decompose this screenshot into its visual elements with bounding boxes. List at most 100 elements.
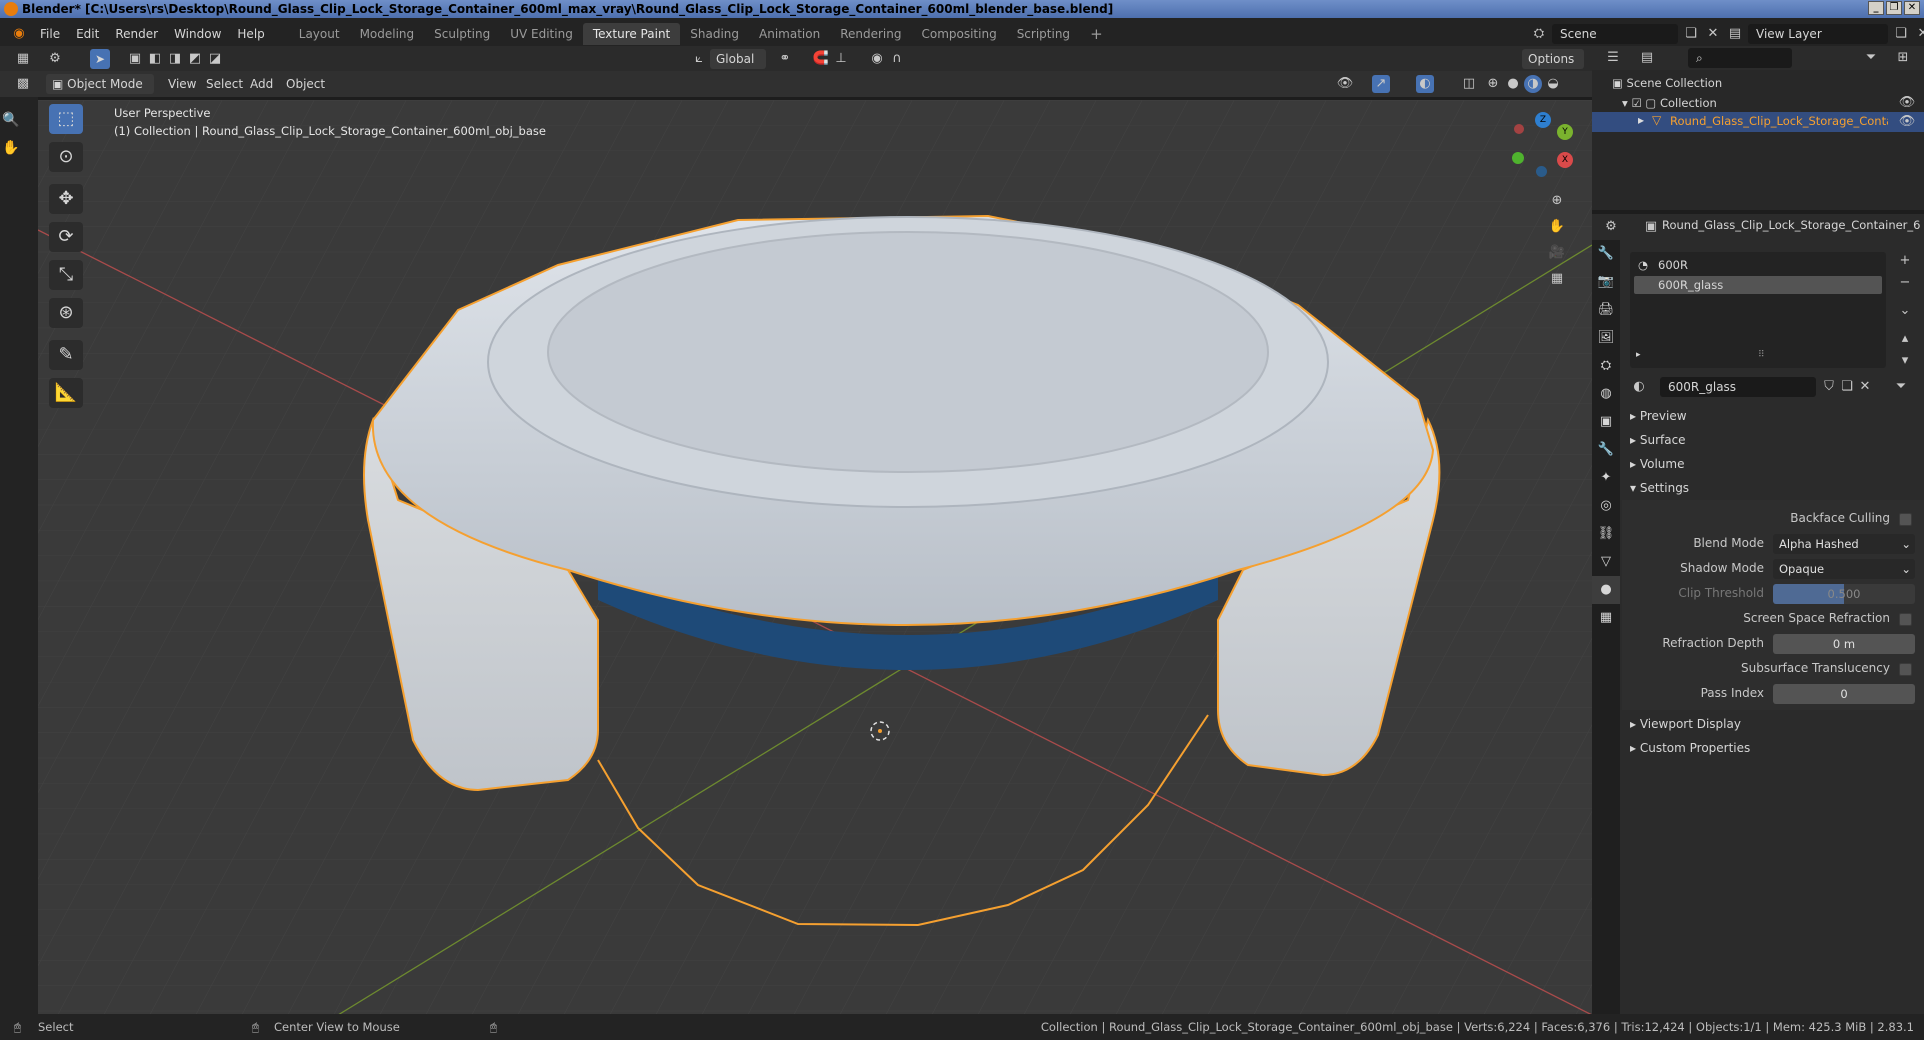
outliner-object-row[interactable]: ▸ ▽ Round_Glass_Clip_Lock_Storage_Contai… [1592, 112, 1924, 132]
menu-edit[interactable]: Edit [68, 27, 107, 41]
transform-tool-icon[interactable]: ⊛ [49, 298, 83, 328]
outliner-scene-collection[interactable]: ▣ Scene Collection [1612, 74, 1722, 92]
3d-viewport-icon[interactable]: ▩ [14, 75, 32, 93]
collection-visibility-eye-icon[interactable]: 👁 [1898, 94, 1916, 112]
clip-threshold-slider[interactable]: 0.500 [1773, 584, 1915, 604]
menu-window[interactable]: Window [166, 27, 229, 41]
material-shading-icon[interactable]: ◑ [1524, 75, 1542, 93]
object-tab-icon[interactable]: ▣ [1592, 408, 1620, 436]
pan-hand-icon[interactable]: ✋ [2, 140, 22, 160]
add-slot-icon[interactable]: + [1896, 252, 1914, 270]
panel-volume[interactable]: ▸ Volume [1630, 453, 1916, 475]
blender-menu-icon[interactable]: ◉ [10, 25, 28, 43]
panel-surface[interactable]: ▸ Surface [1630, 429, 1916, 451]
panel-custom-properties[interactable]: ▸ Custom Properties [1630, 737, 1916, 759]
outliner-collection[interactable]: ▾ ☑ ▢ Collection [1622, 94, 1717, 112]
object-mode-dropdown[interactable]: ▣ Object Mode [46, 74, 154, 94]
texture-tab-icon[interactable]: ▦ [1592, 604, 1620, 632]
tab-animation[interactable]: Animation [749, 23, 830, 45]
particles-tab-icon[interactable]: ✦ [1592, 464, 1620, 492]
pivot-point-icon[interactable]: ⚭ [776, 50, 794, 68]
select-mode-extend-icon[interactable]: ◧ [146, 50, 164, 68]
outliner-search-input[interactable]: ⌕ [1688, 48, 1792, 68]
scene-name-field[interactable]: Scene [1552, 24, 1678, 44]
visibility-icon[interactable]: 👁 [1336, 75, 1354, 93]
backface-culling-checkbox[interactable] [1899, 513, 1912, 526]
close-button[interactable]: ✕ [1904, 1, 1920, 15]
ortho-toggle-icon[interactable]: ▦ [1548, 270, 1566, 288]
select-mode-subtract-icon[interactable]: ◨ [166, 50, 184, 68]
list-expand-icon[interactable]: ▸ [1636, 350, 1641, 360]
menu-help[interactable]: Help [229, 27, 272, 41]
select-box-tool-icon[interactable]: ⬚ [49, 104, 83, 134]
gizmo-toggle-icon[interactable]: ↗ [1372, 75, 1390, 93]
camera-view-icon[interactable]: 🎥 [1548, 244, 1566, 262]
refraction-depth-field[interactable]: 0 m [1773, 634, 1915, 654]
tab-modeling[interactable]: Modeling [350, 23, 425, 45]
measure-tool-icon[interactable]: 📐 [49, 378, 83, 408]
unlink-material-icon[interactable]: ✕ [1856, 378, 1874, 396]
transform-orientation-dropdown[interactable]: Global [710, 49, 766, 69]
object-visibility-eye-icon[interactable]: 👁 [1898, 113, 1916, 131]
move-slot-down-icon[interactable]: ▾ [1896, 352, 1914, 370]
menu-file[interactable]: File [32, 27, 68, 41]
list-resize-handle[interactable]: ⠿ [1758, 350, 1765, 360]
tab-rendering[interactable]: Rendering [830, 23, 911, 45]
xray-toggle-icon[interactable]: ◫ [1460, 75, 1478, 93]
view-layer-tab-icon[interactable]: 🖼 [1592, 324, 1620, 352]
data-tab-icon[interactable]: ▽ [1592, 548, 1620, 576]
panel-settings[interactable]: ▾ Settings [1630, 477, 1916, 499]
display-mode-icon[interactable]: ▤ [1638, 49, 1656, 67]
physics-tab-icon[interactable]: ◎ [1592, 492, 1620, 520]
tab-layout[interactable]: Layout [289, 23, 350, 45]
maximize-button[interactable]: ❐ [1886, 1, 1902, 15]
annotate-tool-icon[interactable]: ✎ [49, 340, 83, 370]
view-layer-field[interactable]: View Layer [1748, 24, 1888, 44]
filter-icon[interactable]: ⏷ [1862, 49, 1880, 67]
menu-object[interactable]: Object [280, 74, 331, 94]
outliner-editor-icon[interactable]: ☰ [1604, 49, 1622, 67]
editor-type-icon[interactable]: ▦ [14, 50, 32, 68]
zoom-icon[interactable]: ⊕ [1548, 192, 1566, 210]
tab-sculpting[interactable]: Sculpting [424, 23, 500, 45]
gizmo-neg-x-axis[interactable] [1514, 124, 1524, 134]
collection-checkbox-icon[interactable]: ☑ [1631, 96, 1645, 110]
gizmo-y-axis[interactable]: Y [1557, 124, 1573, 140]
new-collection-icon[interactable]: ⊞ [1894, 49, 1912, 67]
expand-arrow-icon[interactable]: ▸ [1638, 113, 1644, 127]
scale-tool-icon[interactable]: ⤡ [49, 260, 83, 290]
navigation-gizmo[interactable]: Z Y X [1510, 112, 1576, 178]
tab-shading[interactable]: Shading [680, 23, 749, 45]
wireframe-shading-icon[interactable]: ⊕ [1484, 75, 1502, 93]
menu-render[interactable]: Render [107, 27, 166, 41]
ssr-checkbox[interactable] [1899, 613, 1912, 626]
tab-texture-paint[interactable]: Texture Paint [582, 23, 681, 45]
select-mode-invert-icon[interactable]: ◩ [186, 50, 204, 68]
properties-editor-icon[interactable]: ⚙ [1602, 218, 1620, 236]
render-tab-icon[interactable]: 📷 [1592, 268, 1620, 296]
delete-view-layer-icon[interactable]: ✕ [1914, 25, 1924, 43]
gizmo-z-axis[interactable]: Z [1535, 112, 1551, 128]
delete-scene-icon[interactable]: ✕ [1704, 25, 1722, 43]
menu-select[interactable]: Select [200, 74, 249, 94]
material-name-field[interactable]: 600R_glass [1660, 377, 1816, 397]
move-tool-icon[interactable]: ✥ [49, 184, 83, 214]
shadow-mode-dropdown[interactable]: Opaque ⌄ [1773, 559, 1915, 579]
gizmo-neg-y-axis[interactable] [1512, 152, 1524, 164]
add-workspace-button[interactable]: + [1080, 21, 1113, 47]
gizmo-x-axis[interactable]: X [1557, 152, 1573, 168]
slot-specials-icon[interactable]: ⌄ [1896, 302, 1914, 320]
remove-slot-icon[interactable]: − [1896, 274, 1914, 292]
constraints-tab-icon[interactable]: ⛓ [1592, 520, 1620, 548]
material-slot-600R[interactable]: ◔ 600R [1634, 256, 1882, 274]
new-scene-icon[interactable]: ❏ [1682, 25, 1700, 43]
menu-view[interactable]: View [162, 74, 202, 94]
proportional-falloff-icon[interactable]: ∩ [888, 50, 906, 68]
rendered-shading-icon[interactable]: ◒ [1544, 75, 1562, 93]
material-link-icon[interactable]: ⏷ [1892, 378, 1910, 396]
fake-user-icon[interactable]: ⛉ [1820, 378, 1838, 396]
select-mode-intersect-icon[interactable]: ◪ [206, 50, 224, 68]
tool-options-icon[interactable]: ⚙ [46, 50, 64, 68]
subsurface-checkbox[interactable] [1899, 663, 1912, 676]
overlay-toggle-icon[interactable]: ◐ [1416, 75, 1434, 93]
